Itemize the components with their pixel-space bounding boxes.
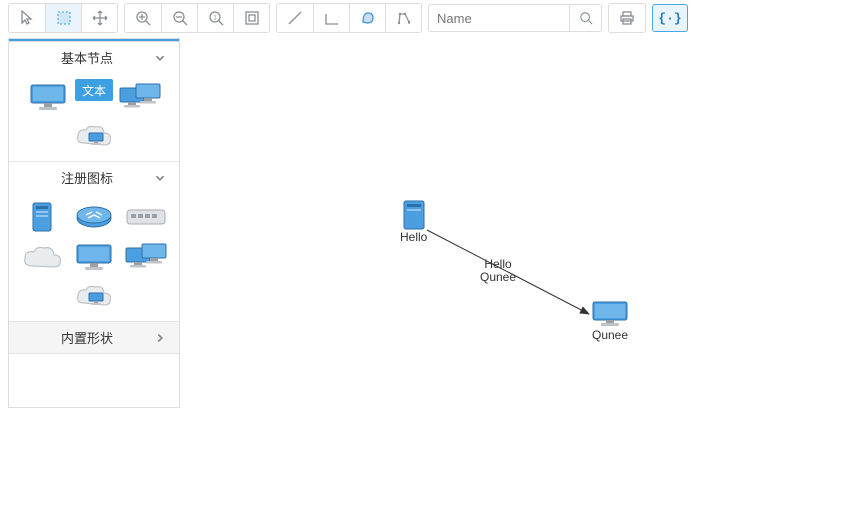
shape-poly[interactable] [349,4,385,32]
zoom-group: 1 [124,3,270,33]
node-qunee[interactable]: Qunee [590,300,630,342]
chevron-down-icon [153,171,167,185]
node-switch[interactable] [121,199,171,235]
panel-title: 内置形状 [21,328,153,347]
search-button[interactable] [569,5,601,31]
json-button[interactable]: {·} [652,4,688,32]
node-label: Qunee [592,328,628,342]
panel-shapes: 内置形状 [9,322,179,354]
node-text[interactable]: 文本 [75,79,113,101]
canvas[interactable]: Hello Qunee Hello Qunee [180,36,855,511]
edge-line[interactable] [277,4,313,32]
edge-ortho[interactable] [313,4,349,32]
print-button[interactable] [609,4,645,32]
shape-path[interactable] [385,4,421,32]
panel-registered-body [9,193,179,321]
chevron-right-icon [153,331,167,345]
node-router[interactable] [69,199,119,235]
node-cloud[interactable] [17,239,67,275]
export-group [608,3,646,33]
edge-hello-qunee[interactable] [180,36,855,511]
panel-basic: 基本节点 文本 [9,42,179,162]
zoom-out[interactable] [161,4,197,32]
node-monitor[interactable] [23,79,73,115]
marquee-tool[interactable] [45,4,81,32]
edge-label: Hello Qunee [480,258,516,284]
node-hello[interactable]: Hello [400,200,427,244]
panel-registered-header[interactable]: 注册图标 [9,162,179,193]
panel-title: 基本节点 [21,48,153,67]
main: 基本节点 文本 注册图标 [0,36,855,511]
toolbar: 1 {·} [0,0,855,36]
search-box [428,4,602,32]
zoom-fit[interactable] [233,4,269,32]
node-dual-monitor2[interactable] [121,239,171,275]
edge-group [276,3,422,33]
move-tool[interactable] [81,4,117,32]
node-cloud-monitor2[interactable] [13,279,175,315]
node-monitor2[interactable] [69,239,119,275]
search-input[interactable] [429,5,569,31]
mode-group [8,3,118,33]
zoom-in[interactable] [125,4,161,32]
chevron-down-icon [153,51,167,65]
panel-shapes-header[interactable]: 内置形状 [9,322,179,353]
panel-registered: 注册图标 [9,162,179,322]
node-cloud-monitor[interactable] [13,119,175,155]
sidebar: 基本节点 文本 注册图标 [8,38,180,408]
panel-basic-header[interactable]: 基本节点 [9,42,179,73]
node-server[interactable] [17,199,67,235]
panel-basic-body: 文本 [9,73,179,161]
zoom-reset[interactable]: 1 [197,4,233,32]
node-dual-monitor[interactable] [115,79,165,115]
pointer-tool[interactable] [9,4,45,32]
node-label: Hello [400,230,427,244]
svg-text:1: 1 [213,16,217,22]
edge-label-line2: Qunee [480,271,516,284]
panel-title: 注册图标 [21,168,153,187]
